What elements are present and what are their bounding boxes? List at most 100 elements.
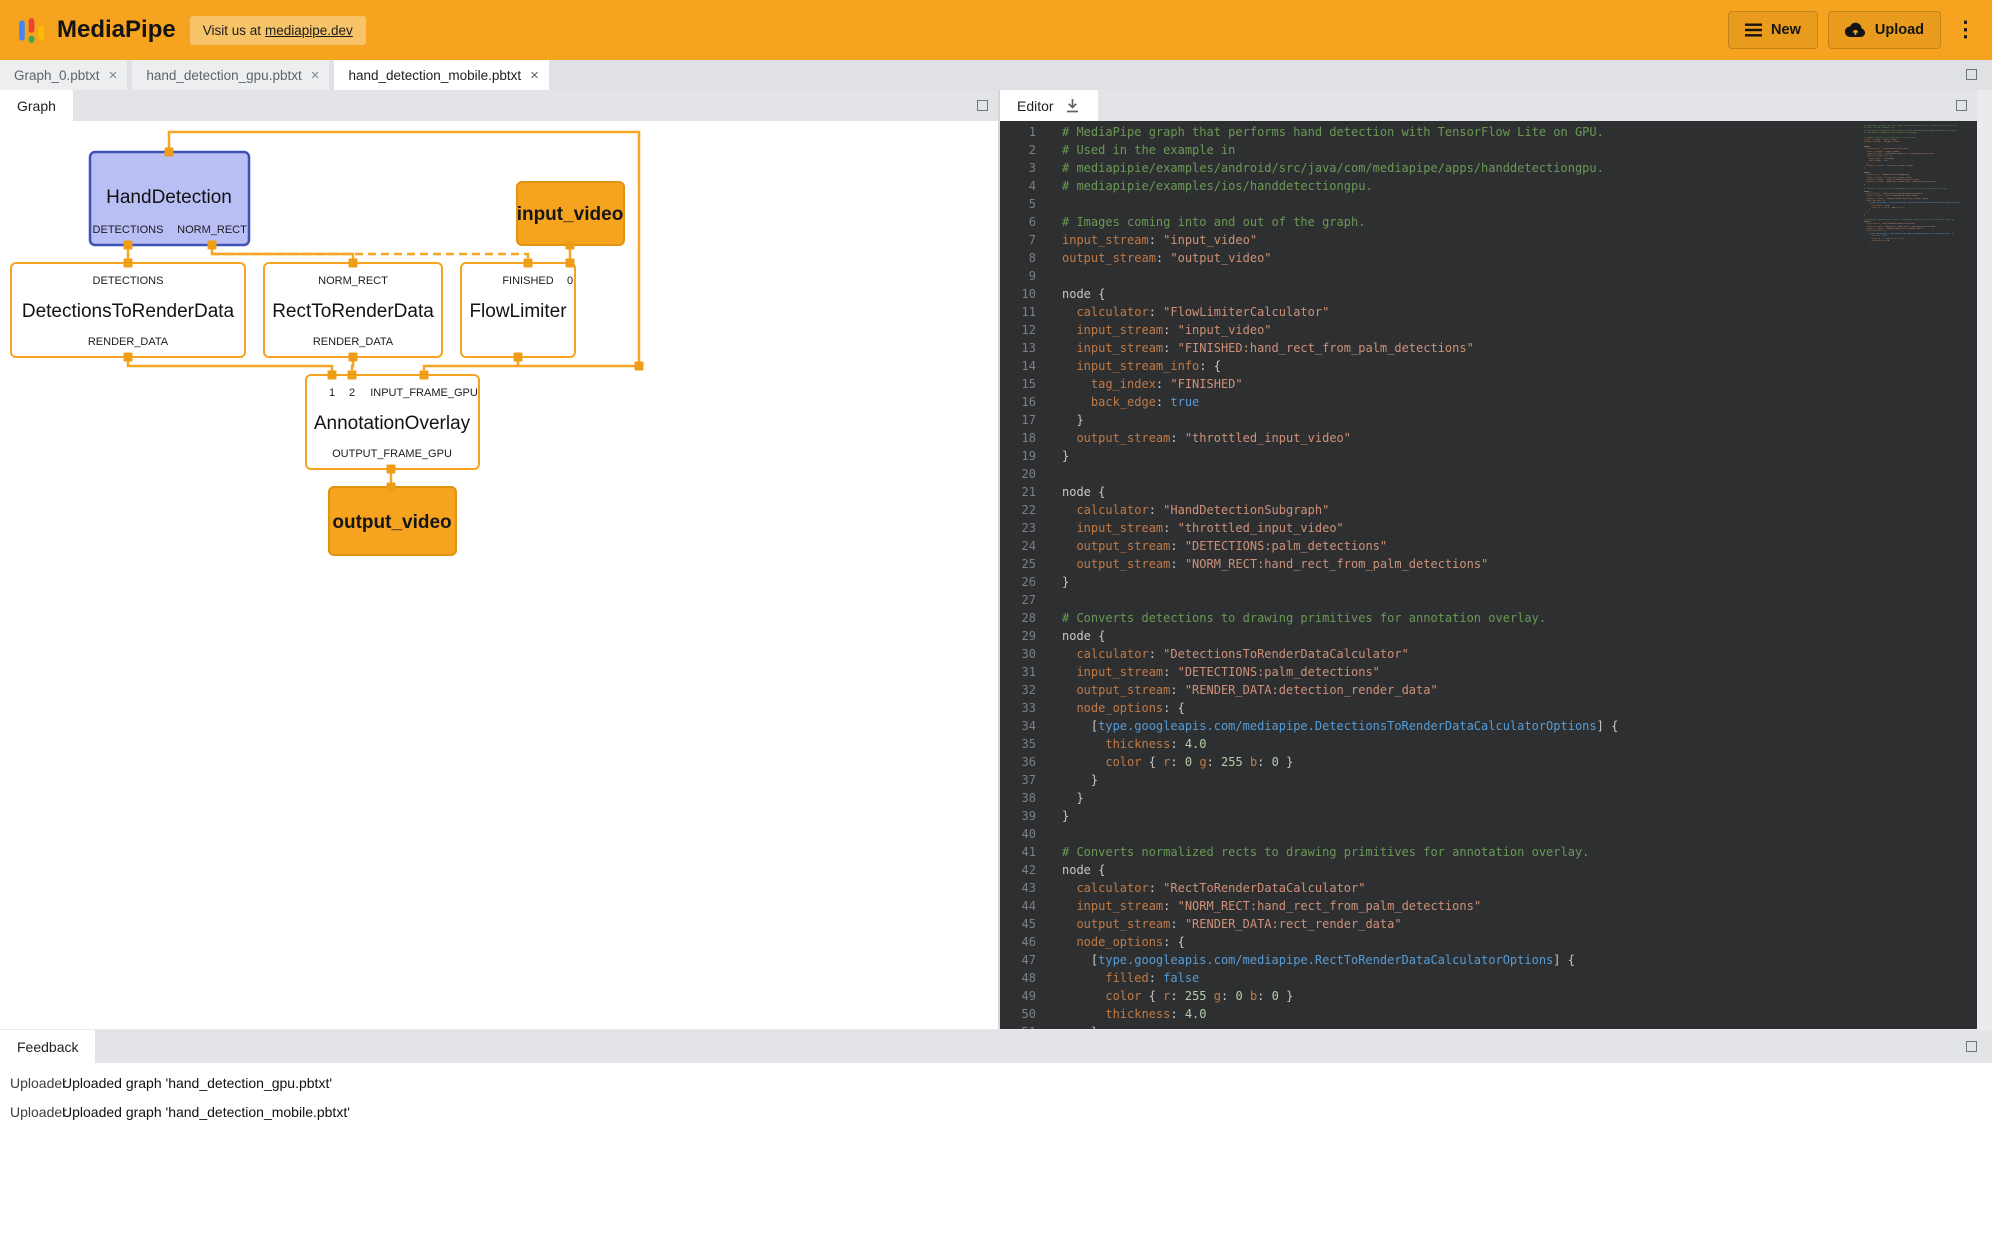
graph-canvas[interactable]: HandDetection DETECTIONS NORM_RECT input… bbox=[0, 121, 998, 1029]
port-label: 1 bbox=[329, 387, 335, 399]
expand-feedback-panel-icon[interactable] bbox=[1966, 1041, 1977, 1052]
tab-label: hand_detection_mobile.pbtxt bbox=[348, 68, 521, 83]
node-title: DetectionsToRenderData bbox=[22, 301, 235, 322]
new-menu-icon bbox=[1745, 23, 1762, 37]
app-header: MediaPipe Visit us at mediapipe.dev New … bbox=[0, 0, 1992, 60]
mediapipe-logo-icon bbox=[18, 17, 45, 44]
feedback-source: Uploader bbox=[0, 1075, 62, 1091]
tab-editor-view[interactable]: Editor bbox=[1000, 90, 1098, 121]
visit-link[interactable]: mediapipe.dev bbox=[265, 23, 353, 38]
edge-backedge-finished bbox=[212, 254, 528, 263]
node-flow-limiter[interactable]: FINISHED 0 FlowLimiter bbox=[461, 263, 575, 357]
code-line: 29node { bbox=[1000, 627, 1862, 645]
code-line: 19} bbox=[1000, 447, 1862, 465]
code-line: 41# Converts normalized rects to drawing… bbox=[1000, 843, 1862, 861]
code-line: 38 } bbox=[1000, 789, 1862, 807]
upload-cloud-icon bbox=[1845, 22, 1866, 38]
expand-editor-panel-icon[interactable] bbox=[1956, 100, 1967, 111]
tab-graph-view[interactable]: Graph bbox=[0, 90, 73, 121]
node-hand-detection[interactable]: HandDetection DETECTIONS NORM_RECT bbox=[90, 152, 249, 245]
node-title: HandDetection bbox=[106, 187, 232, 208]
tab-label: hand_detection_gpu.pbtxt bbox=[146, 68, 301, 83]
feedback-source: Uploader bbox=[0, 1104, 62, 1120]
tab-feedback[interactable]: Feedback bbox=[0, 1030, 95, 1063]
node-output-video[interactable]: output_video bbox=[329, 487, 456, 555]
visit-link-chip[interactable]: Visit us at mediapipe.dev bbox=[190, 16, 366, 45]
code-editor[interactable]: 1# MediaPipe graph that performs hand de… bbox=[1000, 121, 1977, 1029]
document-tab-bar: Graph_0.pbtxt × hand_detection_gpu.pbtxt… bbox=[0, 60, 1992, 90]
editor-panel-header: Editor bbox=[1000, 90, 1977, 121]
code-line: 4# mediapipie/examples/ios/handdetection… bbox=[1000, 177, 1862, 195]
close-tab-icon[interactable]: × bbox=[311, 68, 320, 83]
code-line: 12 input_stream: "input_video" bbox=[1000, 321, 1862, 339]
minimap[interactable]: # MediaPipe graph that performs hand det… bbox=[1864, 125, 1964, 1029]
app-title: MediaPipe bbox=[57, 16, 176, 44]
edge-detrender-overlay bbox=[128, 357, 332, 375]
code-line: 50 thickness: 4.0 bbox=[1000, 1005, 1862, 1023]
feedback-message: Uploaded graph 'hand_detection_gpu.pbtxt… bbox=[62, 1075, 332, 1091]
node-title: FlowLimiter bbox=[469, 301, 567, 322]
expand-graph-panel-icon[interactable] bbox=[977, 100, 988, 111]
download-icon[interactable] bbox=[1064, 97, 1081, 114]
code-line: 13 input_stream: "FINISHED:hand_rect_fro… bbox=[1000, 339, 1862, 357]
code-line: 17 } bbox=[1000, 411, 1862, 429]
code-line: 39} bbox=[1000, 807, 1862, 825]
tab-hand-detection-mobile-pbtxt[interactable]: hand_detection_mobile.pbtxt × bbox=[334, 60, 548, 90]
port-label: DETECTIONS bbox=[93, 275, 164, 287]
code-line: 51 } bbox=[1000, 1023, 1862, 1029]
close-tab-icon[interactable]: × bbox=[109, 68, 118, 83]
upload-button[interactable]: Upload bbox=[1828, 11, 1941, 49]
code-line: 5 bbox=[1000, 195, 1862, 213]
code-line: 8output_stream: "output_video" bbox=[1000, 249, 1862, 267]
code-line: 22 calculator: "HandDetectionSubgraph" bbox=[1000, 501, 1862, 519]
code-line: 30 calculator: "DetectionsToRenderDataCa… bbox=[1000, 645, 1862, 663]
code-line: 26} bbox=[1000, 573, 1862, 591]
code-line: 21node { bbox=[1000, 483, 1862, 501]
node-detections-to-render-data[interactable]: DETECTIONS DetectionsToRenderData RENDER… bbox=[11, 263, 245, 357]
code-line: 9 bbox=[1000, 267, 1862, 285]
node-input-video[interactable]: input_video bbox=[517, 182, 624, 245]
feedback-row: Uploader Uploaded graph 'hand_detection_… bbox=[0, 1097, 1992, 1126]
code-line: 33 node_options: { bbox=[1000, 699, 1862, 717]
port-label: NORM_RECT bbox=[177, 224, 247, 236]
port-label: NORM_RECT bbox=[318, 275, 388, 287]
tab-label: Graph_0.pbtxt bbox=[14, 68, 100, 83]
code-line: 43 calculator: "RectToRenderDataCalculat… bbox=[1000, 879, 1862, 897]
code-line: 46 node_options: { bbox=[1000, 933, 1862, 951]
new-button[interactable]: New bbox=[1728, 11, 1818, 49]
code-line: 14 input_stream_info: { bbox=[1000, 357, 1862, 375]
visit-prefix: Visit us at bbox=[203, 23, 261, 38]
code-line: 25 output_stream: "NORM_RECT:hand_rect_f… bbox=[1000, 555, 1862, 573]
node-title: input_video bbox=[517, 204, 624, 225]
close-tab-icon[interactable]: × bbox=[530, 68, 539, 83]
code-line: 11 calculator: "FlowLimiterCalculator" bbox=[1000, 303, 1862, 321]
graph-panel-header: Graph bbox=[0, 90, 998, 121]
port-label: FINISHED bbox=[502, 275, 553, 287]
more-options-button[interactable]: ⋮ bbox=[1951, 11, 1980, 49]
code-line: 45 output_stream: "RENDER_DATA:rect_rend… bbox=[1000, 915, 1862, 933]
editor-tab-label: Editor bbox=[1017, 98, 1054, 114]
feedback-log: Uploader Uploaded graph 'hand_detection_… bbox=[0, 1063, 1992, 1236]
port-label: DETECTIONS bbox=[93, 224, 164, 236]
tab-hand-detection-gpu-pbtxt[interactable]: hand_detection_gpu.pbtxt × bbox=[132, 60, 329, 90]
node-rect-to-render-data[interactable]: NORM_RECT RectToRenderData RENDER_DATA bbox=[264, 263, 442, 357]
code-line: 28# Converts detections to drawing primi… bbox=[1000, 609, 1862, 627]
port-label: 0 bbox=[567, 275, 573, 287]
code-line: 6# Images coming into and out of the gra… bbox=[1000, 213, 1862, 231]
port-label: INPUT_FRAME_GPU bbox=[370, 387, 478, 399]
code-line: 27 bbox=[1000, 591, 1862, 609]
tab-graph-0-pbtxt[interactable]: Graph_0.pbtxt × bbox=[0, 60, 127, 90]
code-line: 10node { bbox=[1000, 285, 1862, 303]
expand-window-icon[interactable] bbox=[1966, 69, 1977, 80]
port-label: OUTPUT_FRAME_GPU bbox=[332, 448, 452, 460]
port-label: RENDER_DATA bbox=[88, 336, 169, 348]
port-label: 2 bbox=[349, 387, 355, 399]
code-line: 37 } bbox=[1000, 771, 1862, 789]
code-line: 3# mediapipie/examples/android/src/java/… bbox=[1000, 159, 1862, 177]
node-annotation-overlay[interactable]: 1 2 INPUT_FRAME_GPU AnnotationOverlay OU… bbox=[306, 375, 479, 469]
code-line: 15 tag_index: "FINISHED" bbox=[1000, 375, 1862, 393]
feedback-row: Uploader Uploaded graph 'hand_detection_… bbox=[0, 1068, 1992, 1097]
code-line: 49 color { r: 255 g: 0 b: 0 } bbox=[1000, 987, 1862, 1005]
code-editor-lines[interactable]: 1# MediaPipe graph that performs hand de… bbox=[1000, 123, 1862, 1029]
code-line: 31 input_stream: "DETECTIONS:palm_detect… bbox=[1000, 663, 1862, 681]
